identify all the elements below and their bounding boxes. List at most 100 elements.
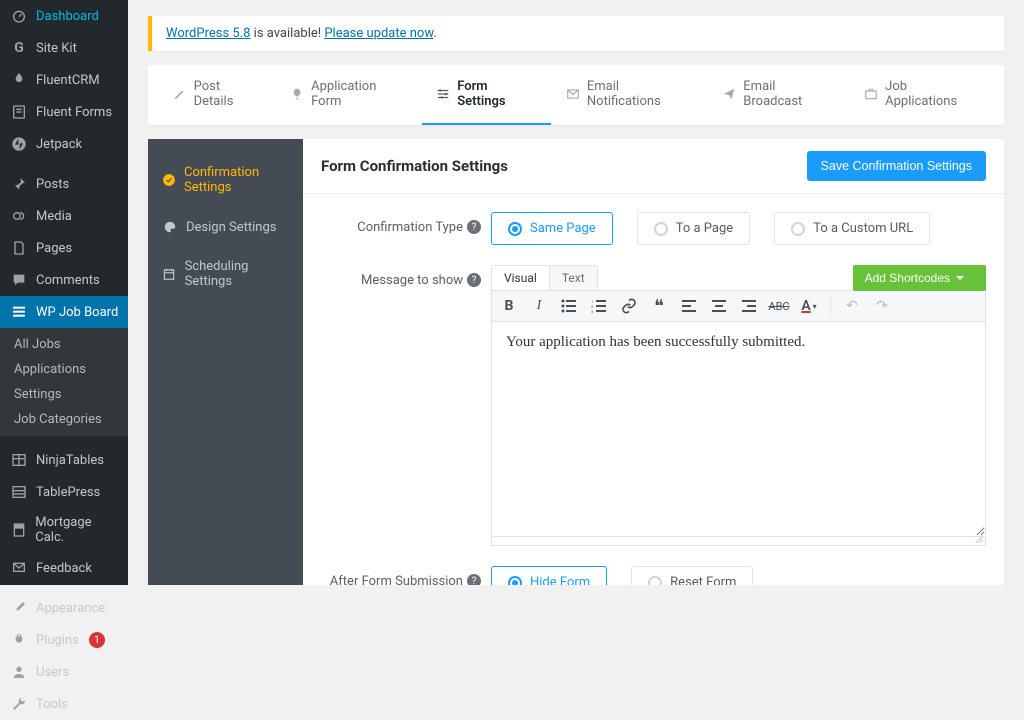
sitekit-icon: G (10, 39, 28, 57)
editor-tab-text[interactable]: Text (550, 265, 598, 290)
align-center-icon[interactable] (710, 298, 728, 314)
bold-icon[interactable]: B (500, 298, 518, 314)
tab-label: Application Form (311, 79, 407, 109)
text-color-icon[interactable]: A ▾ (800, 298, 818, 314)
tab-label: Email Notifications (587, 79, 694, 109)
settings-nav-confirmation-settings[interactable]: Confirmation Settings (148, 153, 303, 207)
sidebar-item-pages[interactable]: Pages (0, 232, 128, 264)
svg-text:3: 3 (591, 309, 593, 313)
help-icon[interactable]: ? (467, 220, 481, 234)
radio-dot-icon (508, 576, 522, 586)
quote-icon[interactable]: ❝ (650, 298, 668, 314)
sidebar-item-site-kit[interactable]: G Site Kit (0, 32, 128, 64)
after-submission-option-hide-form[interactable]: Hide Form (491, 566, 607, 585)
wrench-icon (10, 695, 28, 713)
radio-dot-icon (508, 222, 522, 236)
italic-icon[interactable]: I (530, 298, 548, 314)
update-now-link[interactable]: Please update now (324, 26, 433, 41)
resize-grip[interactable] (491, 537, 986, 546)
tab-email-broadcast[interactable]: Email Broadcast (708, 65, 850, 125)
sliders-icon (436, 86, 452, 102)
sidebar-item-mortgage-calc-[interactable]: Mortgage Calc. (0, 508, 128, 552)
sidebar-item-posts[interactable]: Posts (0, 168, 128, 200)
sidebar-item-label: Feedback (36, 561, 92, 576)
editor-toolbar: B I 123 ❝ (491, 290, 986, 322)
sidebar-item-dashboard[interactable]: Dashboard (0, 0, 128, 32)
sidebar-item-label: Appearance (36, 601, 105, 616)
sidebar-sub-settings[interactable]: Settings (0, 382, 128, 407)
main-content: WordPress 5.8 is available! Please updat… (128, 0, 1024, 585)
bullet-list-icon[interactable] (560, 298, 578, 314)
tab-form-settings[interactable]: Form Settings (422, 65, 552, 125)
tab-application-form[interactable]: Application Form (275, 65, 421, 125)
sidebar-item-appearance[interactable]: Appearance (0, 592, 128, 624)
settings-nav-design-settings[interactable]: Design Settings (148, 207, 303, 247)
sidebar-item-jetpack[interactable]: Jetpack (0, 128, 128, 160)
confirmation-type-label: Confirmation Type ? (321, 212, 491, 245)
radio-dot-icon (791, 222, 805, 236)
add-shortcodes-button[interactable]: Add Shortcodes (853, 265, 986, 291)
sidebar-item-feedback[interactable]: Feedback (0, 552, 128, 584)
check-icon (162, 172, 176, 188)
table-icon (10, 451, 28, 469)
sidebar-sub-job-categories[interactable]: Job Categories (0, 407, 128, 432)
confirmation-type-option-same-page[interactable]: Same Page (491, 212, 613, 245)
sidebar-item-label: Pages (36, 241, 72, 256)
sidebar-item-label: FluentCRM (36, 73, 100, 88)
editor-wrap: Visual Text Add Shortcodes B I (491, 265, 986, 546)
rocket-icon (10, 71, 28, 89)
editor-tab-visual[interactable]: Visual (491, 265, 550, 290)
sidebar-item-label: Site Kit (36, 41, 77, 56)
link-icon[interactable] (620, 298, 638, 314)
sidebar-item-comments[interactable]: Comments (0, 264, 128, 296)
sidebar-item-label: Users (36, 665, 69, 680)
sidebar-item-tablepress[interactable]: TablePress (0, 476, 128, 508)
brush-icon (10, 599, 28, 617)
tab-post-details[interactable]: Post Details (158, 65, 275, 125)
after-submission-option-reset-form[interactable]: Reset Form (631, 566, 753, 585)
sidebar-item-users[interactable]: Users (0, 656, 128, 688)
after-submission-options: Hide Form Reset Form (491, 566, 986, 585)
tab-email-notifications[interactable]: Email Notifications (551, 65, 707, 125)
mail-icon (565, 86, 581, 102)
confirmation-type-options: Same Page To a Page To a Custom URL (491, 212, 986, 245)
sidebar-sub-applications[interactable]: Applications (0, 357, 128, 382)
align-right-icon[interactable] (740, 298, 758, 314)
update-badge: 1 (89, 632, 105, 648)
sidebar-item-wp-job-board[interactable]: WP Job Board (0, 296, 128, 328)
help-icon[interactable]: ? (467, 574, 481, 585)
sidebar-item-ninjatables[interactable]: NinjaTables (0, 444, 128, 476)
panel-title: Form Confirmation Settings (321, 157, 508, 175)
sidebar-item-label: Dashboard (36, 9, 99, 24)
settings-nav-label: Design Settings (186, 220, 276, 235)
user-icon (10, 663, 28, 681)
align-left-icon[interactable] (680, 298, 698, 314)
strikethrough-icon[interactable]: ABC (770, 298, 788, 314)
send-icon (722, 86, 738, 102)
sidebar-item-tools[interactable]: Tools (0, 688, 128, 720)
chevron-down-icon (956, 276, 964, 284)
message-editor[interactable]: Your application has been successfully s… (491, 322, 986, 537)
redo-icon[interactable]: ↷ (873, 298, 891, 314)
sidebar-item-plugins[interactable]: Plugins 1 (0, 624, 128, 656)
help-icon[interactable]: ? (467, 273, 481, 287)
message-row: Message to show ? Visual Text Add Shortc… (321, 265, 986, 546)
sidebar-item-media[interactable]: Media (0, 200, 128, 232)
save-button[interactable]: Save Confirmation Settings (807, 151, 986, 181)
sidebar-sub-all-jobs[interactable]: All Jobs (0, 332, 128, 357)
confirmation-type-option-to-a-page[interactable]: To a Page (637, 212, 750, 245)
sidebar-item-fluent-forms[interactable]: Fluent Forms (0, 96, 128, 128)
wp-version-link[interactable]: WordPress 5.8 (166, 26, 250, 41)
tab-label: Post Details (194, 79, 262, 109)
sidebar-item-label: Media (36, 209, 72, 224)
sidebar-item-label: Plugins (36, 633, 79, 648)
ordered-list-icon[interactable]: 123 (590, 298, 608, 314)
tab-job-applications[interactable]: Job Applications (850, 65, 994, 125)
undo-icon[interactable]: ↶ (843, 298, 861, 314)
settings-nav-scheduling-settings[interactable]: Scheduling Settings (148, 247, 303, 301)
tab-label: Job Applications (885, 79, 980, 109)
radio-label: Same Page (530, 221, 596, 236)
radio-dot-icon (654, 222, 668, 236)
confirmation-type-option-to-a-custom-url[interactable]: To a Custom URL (774, 212, 930, 245)
sidebar-item-fluentcrm[interactable]: FluentCRM (0, 64, 128, 96)
